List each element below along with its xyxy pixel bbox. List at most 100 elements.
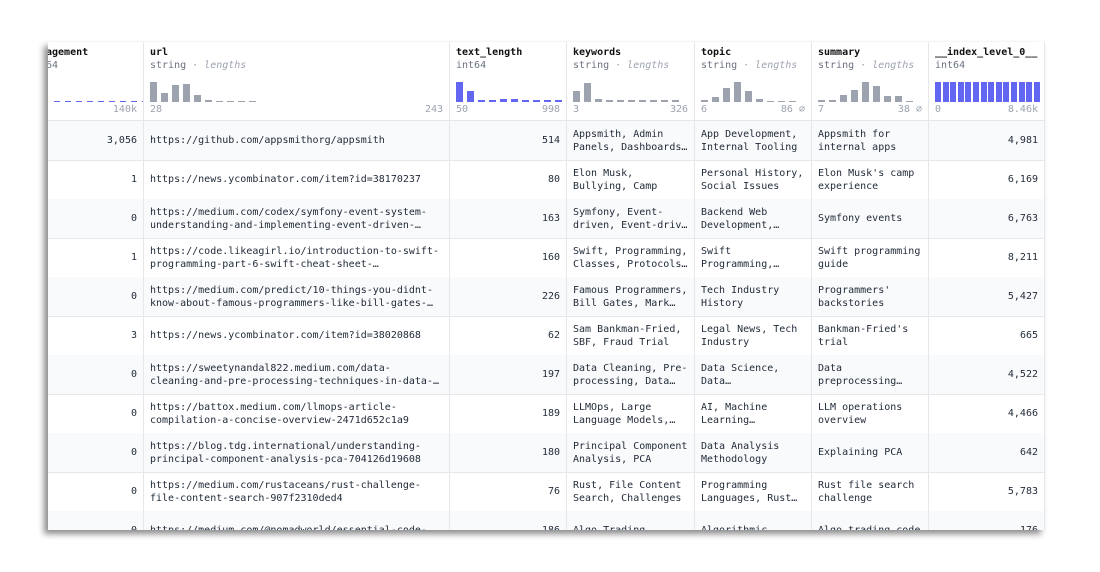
column-header-indexlevel0[interactable]: __index_level_0__ int64 0 8.46k [929, 42, 1045, 120]
histogram-bar[interactable] [862, 82, 869, 102]
cell-keywords[interactable]: Symfony, Event-driven, Event-driv… [567, 199, 695, 238]
cell-summary[interactable]: Elon Musk's camp experience [812, 160, 929, 199]
cell-agement[interactable]: 1 [48, 160, 144, 199]
histogram-bar[interactable] [767, 101, 774, 102]
column-header-agement[interactable]: agement 64 140k [48, 42, 144, 120]
histogram-bar[interactable] [533, 100, 540, 102]
cell-indexlevel0[interactable]: 4,981 [929, 121, 1045, 160]
cell-textlength[interactable]: 80 [450, 160, 567, 199]
histogram-bar[interactable] [161, 93, 168, 102]
histogram-bar[interactable] [980, 82, 987, 102]
cell-url[interactable]: https://sweetynandal822.medium.com/data-… [144, 355, 450, 394]
table-row[interactable]: 3,056 https://github.com/appsmithorg/apps… [48, 121, 1045, 161]
histogram-bar[interactable] [1011, 82, 1017, 102]
histogram-bar[interactable] [109, 101, 115, 102]
histogram-bar[interactable] [205, 100, 212, 102]
cell-agement[interactable]: 0 [48, 511, 144, 530]
cell-indexlevel0[interactable]: 8,211 [929, 238, 1045, 277]
cell-keywords[interactable]: Famous Programmers, Bill Gates, Mark… [567, 277, 695, 316]
column-histogram[interactable] [935, 78, 1040, 102]
cell-keywords[interactable]: Data Cleaning, Pre-processing, Data… [567, 355, 695, 394]
cell-summary[interactable]: Programmers' backstories [812, 277, 929, 316]
cell-topic[interactable]: Personal History, Social Issues [695, 160, 812, 199]
histogram-bar[interactable] [98, 101, 104, 102]
histogram-bar[interactable] [884, 96, 891, 102]
cell-topic[interactable]: Data Science, Data Preprocessing [695, 355, 812, 394]
cell-indexlevel0[interactable]: 665 [929, 316, 1045, 355]
histogram-bar[interactable] [238, 101, 245, 102]
histogram-bar[interactable] [500, 99, 507, 102]
histogram-bar[interactable] [76, 101, 82, 102]
histogram-bar[interactable] [249, 101, 256, 102]
histogram-bar[interactable] [756, 99, 763, 102]
cell-summary[interactable]: Swift programming guide [812, 238, 929, 277]
cell-agement[interactable]: 0 [48, 355, 144, 394]
histogram-bar[interactable] [995, 82, 1002, 102]
cell-keywords[interactable]: Algo Trading, [567, 511, 695, 530]
histogram-bar[interactable] [906, 101, 913, 102]
cell-url[interactable]: https://blog.tdg.international/understan… [144, 433, 450, 472]
histogram-bar[interactable] [873, 86, 880, 102]
histogram-bar[interactable] [478, 100, 485, 102]
histogram-bar[interactable] [172, 85, 179, 102]
column-header-topic[interactable]: topic string · lengths 6 86 ⌀ [695, 42, 812, 120]
cell-url[interactable]: https://news.ycombinator.com/item?id=380… [144, 316, 450, 355]
cell-summary[interactable]: LLM operations overview [812, 394, 929, 433]
histogram-bar[interactable] [950, 82, 957, 102]
cell-indexlevel0[interactable]: 5,427 [929, 277, 1045, 316]
histogram-bar[interactable] [54, 101, 60, 102]
cell-summary[interactable]: Data preprocessing techniques [812, 355, 929, 394]
cell-summary[interactable]: Bankman-Fried's trial [812, 316, 929, 355]
cell-summary[interactable]: Algo trading code [812, 511, 929, 530]
histogram-bar[interactable] [595, 99, 602, 102]
cell-url[interactable]: https://battox.medium.com/llmops-article… [144, 394, 450, 433]
cell-topic[interactable]: Backend Web Development,… [695, 199, 812, 238]
cell-textlength[interactable]: 189 [450, 394, 567, 433]
column-histogram[interactable] [150, 78, 444, 102]
histogram-bar[interactable] [555, 100, 562, 102]
histogram-bar[interactable] [965, 82, 972, 102]
histogram-bar[interactable] [723, 88, 730, 102]
cell-summary[interactable]: Rust file search challenge [812, 472, 929, 511]
cell-summary[interactable]: Symfony events [812, 199, 929, 238]
histogram-bar[interactable] [829, 100, 836, 102]
cell-agement[interactable]: 0 [48, 472, 144, 511]
histogram-bar[interactable] [1018, 82, 1025, 102]
cell-agement[interactable]: 3 [48, 316, 144, 355]
histogram-bar[interactable] [456, 82, 463, 102]
table-row[interactable]: 0 https://medium.com/codex/symfony-event-… [48, 199, 1045, 239]
histogram-bar[interactable] [650, 100, 657, 102]
cell-topic[interactable]: App Development, Internal Tooling [695, 121, 812, 160]
table-row[interactable]: 0 https://medium.com/predict/10-things-yo… [48, 277, 1045, 317]
cell-topic[interactable]: Programming Languages, Rust… [695, 472, 812, 511]
cell-topic[interactable]: Tech Industry History [695, 277, 812, 316]
cell-topic[interactable]: AI, Machine Learning… [695, 394, 812, 433]
cell-keywords[interactable]: Sam Bankman-Fried, SBF, Fraud Trial [567, 316, 695, 355]
histogram-bar[interactable] [935, 82, 941, 102]
cell-textlength[interactable]: 180 [450, 433, 567, 472]
histogram-bar[interactable] [120, 101, 126, 102]
histogram-bar[interactable] [957, 82, 964, 102]
cell-url[interactable]: https://medium.com/rustaceans/rust-chall… [144, 472, 450, 511]
table-row[interactable]: 0 https://blog.tdg.international/understa… [48, 433, 1045, 473]
cell-keywords[interactable]: LLMOps, Large Language Models,… [567, 394, 695, 433]
histogram-bar[interactable] [606, 100, 613, 102]
cell-agement[interactable]: 0 [48, 277, 144, 316]
cell-keywords[interactable]: Swift, Programming, Classes, Protocols… [567, 238, 695, 277]
cell-indexlevel0[interactable]: 176 [929, 511, 1045, 530]
cell-textlength[interactable]: 226 [450, 277, 567, 316]
histogram-bar[interactable] [840, 95, 847, 102]
cell-textlength[interactable]: 76 [450, 472, 567, 511]
cell-textlength[interactable]: 163 [450, 199, 567, 238]
cell-url[interactable]: https://medium.com/codex/symfony-event-s… [144, 199, 450, 238]
histogram-bar[interactable] [818, 100, 825, 102]
table-row[interactable]: 1 https://code.likeagirl.io/introduction-… [48, 238, 1045, 278]
histogram-bar[interactable] [467, 91, 474, 102]
histogram-bar[interactable] [851, 90, 858, 102]
histogram-bar[interactable] [973, 82, 979, 102]
cell-textlength[interactable]: 514 [450, 121, 567, 160]
cell-indexlevel0[interactable]: 4,466 [929, 394, 1045, 433]
histogram-bar[interactable] [87, 101, 93, 102]
histogram-bar[interactable] [522, 100, 529, 102]
cell-topic[interactable]: Legal News, Tech Industry [695, 316, 812, 355]
